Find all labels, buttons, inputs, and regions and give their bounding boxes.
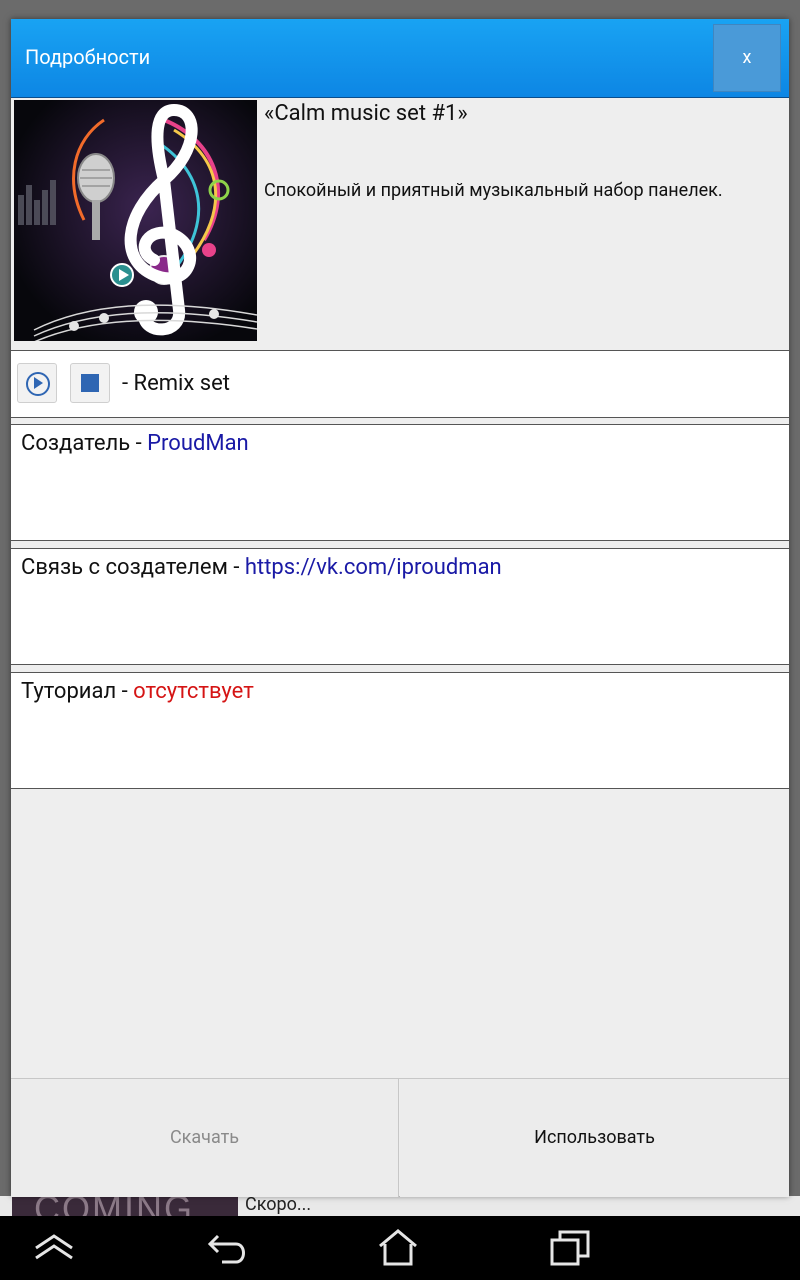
creator-section: Создатель - ProudMan — [11, 424, 789, 541]
contact-section: Связь с создателем - https://vk.com/ipro… — [11, 548, 789, 665]
background-thumbnail: COMING — [12, 1196, 238, 1216]
creator-name: ProudMan — [147, 431, 249, 456]
tutorial-line: Туториал - отсутствует — [21, 679, 254, 704]
background-thumb-text: COMING — [34, 1196, 194, 1216]
contact-label: Связь с создателем - — [21, 555, 245, 580]
home-icon[interactable] — [376, 1228, 420, 1268]
play-icon — [34, 377, 43, 389]
navigate-down-icon[interactable] — [32, 1228, 76, 1268]
tutorial-section: Туториал - отсутствует — [11, 672, 789, 789]
pack-info: «Calm music set #1» Спокойный и приятный… — [11, 98, 789, 351]
pack-description: Спокойный и приятный музыкальный набор п… — [264, 180, 723, 201]
contact-link[interactable]: https://vk.com/iproudman — [245, 555, 502, 580]
preview-label: - Remix set — [122, 371, 230, 396]
dialog-title: Подробности — [25, 45, 151, 69]
system-navigation-bar — [0, 1216, 800, 1280]
details-dialog: Подробности x «Calm music set #1» Спокой… — [11, 19, 789, 1197]
cover-image — [14, 100, 257, 341]
dialog-footer: Скачать Использовать — [11, 1078, 789, 1197]
use-button[interactable]: Использовать — [400, 1079, 789, 1197]
recent-apps-icon[interactable] — [548, 1228, 592, 1268]
background-caption: Скоро... — [245, 1194, 312, 1215]
creator-line: Создатель - ProudMan — [21, 431, 249, 456]
play-button[interactable] — [17, 363, 57, 403]
tutorial-status: отсутствует — [133, 679, 254, 704]
stop-icon — [81, 374, 99, 392]
stop-button[interactable] — [70, 363, 110, 403]
pack-title: «Calm music set #1» — [264, 101, 468, 126]
dialog-header: Подробности x — [11, 19, 789, 98]
treble-clef-icon — [14, 100, 257, 341]
contact-line: Связь с создателем - https://vk.com/ipro… — [21, 555, 502, 580]
sound-preview-row: - Remix set — [11, 351, 789, 418]
back-icon[interactable] — [206, 1228, 250, 1268]
tutorial-label: Туториал - — [21, 679, 134, 704]
close-button[interactable]: x — [713, 24, 781, 92]
download-button[interactable]: Скачать — [11, 1079, 399, 1197]
creator-label: Создатель - — [21, 431, 148, 456]
